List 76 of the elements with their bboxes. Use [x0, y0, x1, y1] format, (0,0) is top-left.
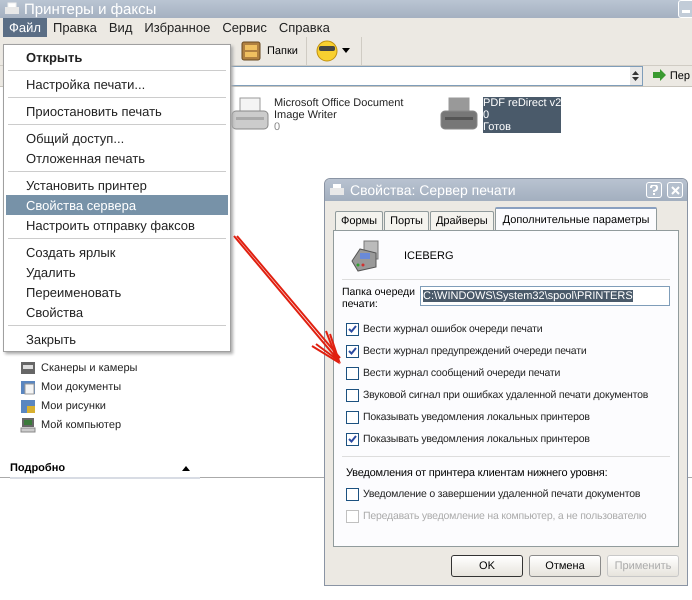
checkbox-label: Вести журнал предупреждений очереди печати [363, 345, 586, 357]
menu-item[interactable]: Настройка печати... [6, 74, 228, 94]
field-label: Папка очереди печати: [342, 286, 416, 310]
dialog-button[interactable]: OK [451, 555, 523, 577]
link-text: Мои рисунки [41, 400, 106, 412]
group-label: Уведомления от принтера клиентам нижнего уровня: [346, 467, 608, 479]
dialog-button[interactable]: Отмена [529, 555, 601, 577]
collapse-icon [182, 466, 190, 470]
printer-name: PDF reDirect v2 [483, 97, 562, 109]
menu-item[interactable]: Справка [272, 18, 336, 37]
sidebar-link[interactable]: Мои документы [20, 379, 210, 395]
checkbox[interactable] [346, 344, 359, 358]
menu-item[interactable]: Настроить отправку факсов [6, 215, 228, 235]
menu-item[interactable]: Переименовать [6, 282, 228, 302]
menu-item[interactable]: Файл [3, 18, 47, 37]
checkbox-label: Показывать уведомления локальных принтеров [363, 433, 590, 445]
window-title: Принтеры и факсы [24, 0, 156, 18]
checkbox[interactable] [346, 488, 359, 500]
sidebar-link[interactable]: Мой компьютер [20, 417, 210, 433]
field-value: C:\WINDOWS\System32\spool\PRINTERS [423, 290, 633, 302]
scanner-icon [20, 360, 36, 376]
folders-button[interactable]: Папки [232, 37, 307, 65]
input-field[interactable]: C:\WINDOWS\System32\spool\PRINTERS [420, 286, 670, 306]
menu-item[interactable]: Удалить [6, 262, 228, 282]
checkbox-label: Уведомление о завершении удаленной печати документов [363, 488, 640, 500]
link-text: Мои документы [41, 381, 122, 393]
checkbox-label: Показывать уведомления локальных принтеров [363, 411, 590, 423]
printer-icon [329, 183, 345, 197]
menu-item[interactable]: Открыть [6, 47, 228, 67]
checkbox[interactable] [346, 432, 359, 446]
checkbox[interactable] [346, 322, 359, 336]
menu-item[interactable]: Установить принтер [6, 175, 228, 195]
printer-icon [4, 2, 20, 16]
address-field[interactable] [230, 66, 643, 86]
menu-item[interactable]: Избранное [138, 18, 216, 37]
folder-icon [20, 398, 36, 414]
sunglasses-icon [314, 39, 353, 63]
computer-icon [20, 417, 36, 433]
dropdown-icon[interactable] [630, 67, 642, 85]
tab[interactable]: Дополнительные параметры [494, 207, 658, 230]
arrow-icon [650, 68, 667, 84]
link-text: Мой компьютер [41, 419, 122, 431]
section-title: Подробно [10, 462, 66, 474]
help-icon [650, 185, 658, 195]
sidebar-link[interactable]: Мои рисунки [20, 398, 210, 414]
details-header[interactable]: Подробно [10, 462, 200, 479]
checkbox-label: Вести журнал сообщений очереди печати [363, 367, 560, 379]
menu-item[interactable]: Правка [46, 18, 103, 37]
tab[interactable]: Драйверы [430, 211, 494, 230]
link-text: Сканеры и камеры [41, 362, 138, 374]
checkbox[interactable] [346, 388, 359, 402]
checkbox-label: Вести журнал ошибок очереди печати [363, 323, 542, 335]
checkbox[interactable] [346, 366, 359, 380]
printer-item[interactable]: Microsoft Office Document Image Writer 0 [230, 97, 404, 133]
menu-item[interactable]: Закрыть [6, 329, 228, 349]
close-icon [670, 186, 680, 194]
server-name: ICEBERG [404, 250, 454, 262]
cabinet-icon [240, 40, 262, 62]
tab[interactable]: Порты [384, 211, 429, 230]
menu-item[interactable]: Сервис [216, 18, 273, 37]
printer-name: Microsoft Office Document Image Writer [274, 97, 404, 121]
menu-item[interactable]: Приостановить печать [6, 101, 228, 121]
folder-icon [20, 379, 36, 395]
go-button[interactable]: Пер [642, 68, 692, 84]
menu-item[interactable]: Вид [102, 18, 138, 37]
menu-item[interactable]: Свойства [6, 302, 228, 322]
job-count: 0 [274, 121, 282, 133]
checkbox-label: Передавать уведомление на компьютер, а не пользователю [363, 510, 646, 522]
dialog-title: Свойства: Сервер печати [350, 182, 516, 198]
menu-item[interactable]: Создать ярлык [6, 242, 228, 262]
menu-item[interactable]: Общий доступ... [6, 128, 228, 148]
checkbox-label: Звуковой сигнал при ошибках удаленной печати документов [363, 389, 648, 401]
sidebar-link[interactable]: Сканеры и камеры [20, 360, 210, 376]
checkbox[interactable] [346, 410, 359, 424]
tab[interactable]: Формы [335, 211, 384, 230]
menu-item[interactable]: Отложенная печать [6, 148, 228, 168]
